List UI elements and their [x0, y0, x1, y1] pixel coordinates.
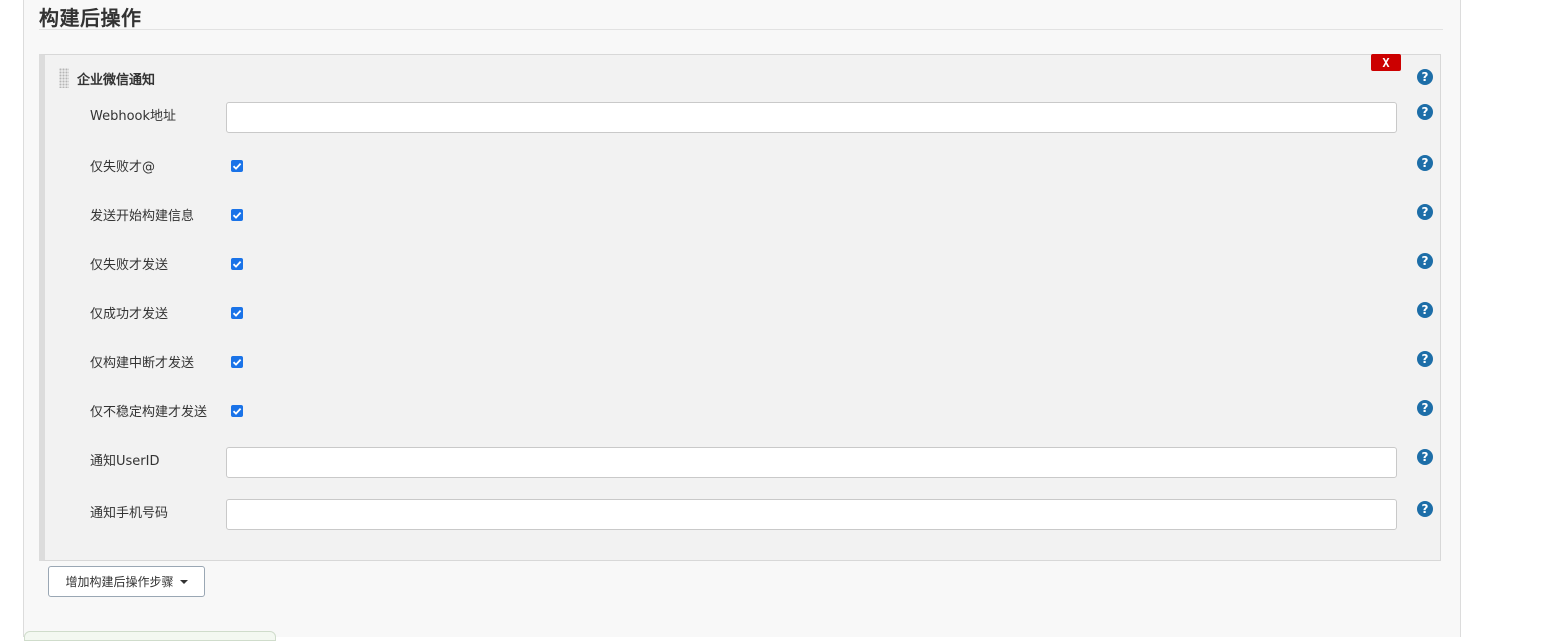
- help-symbol: ?: [1421, 70, 1429, 84]
- only-success-send-checkbox[interactable]: [231, 307, 243, 319]
- user-id-input[interactable]: [226, 447, 1397, 478]
- webhook-input[interactable]: [226, 102, 1397, 133]
- help-symbol: ?: [1421, 205, 1429, 219]
- send-start-checkbox[interactable]: [231, 209, 243, 221]
- checkmark-icon: [232, 260, 242, 268]
- help-icon[interactable]: ?: [1417, 204, 1433, 220]
- checkmark-icon: [232, 407, 242, 415]
- only-aborted-send-label: 仅构建中断才发送: [90, 356, 195, 371]
- only-unstable-send-label: 仅不稳定构建才发送: [90, 405, 208, 420]
- only-failed-send-label: 仅失败才发送: [90, 258, 169, 273]
- add-step-label: 增加构建后操作步骤: [65, 575, 174, 589]
- help-icon[interactable]: ?: [1417, 449, 1433, 465]
- checkmark-icon: [232, 358, 242, 366]
- help-symbol: ?: [1421, 303, 1429, 317]
- only-aborted-send-checkbox[interactable]: [231, 356, 243, 368]
- webhook-label: Webhook地址: [90, 109, 177, 124]
- section-divider: [39, 29, 1443, 30]
- caret-down-icon: [179, 579, 188, 584]
- only-success-send-label: 仅成功才发送: [90, 307, 169, 322]
- section-title: 构建后操作: [39, 6, 142, 30]
- help-symbol: ?: [1421, 156, 1429, 170]
- bottom-tab[interactable]: [24, 631, 276, 641]
- user-id-label: 通知UserID: [90, 454, 160, 469]
- checkmark-icon: [232, 309, 242, 317]
- only-unstable-send-checkbox[interactable]: [231, 405, 243, 417]
- help-symbol: ?: [1421, 401, 1429, 415]
- help-symbol: ?: [1421, 502, 1429, 516]
- help-icon[interactable]: ?: [1417, 400, 1433, 416]
- checkmark-icon: [232, 162, 242, 170]
- help-symbol: ?: [1421, 352, 1429, 366]
- delete-step-button[interactable]: X: [1371, 54, 1401, 71]
- help-icon[interactable]: ?: [1417, 302, 1433, 318]
- help-symbol: ?: [1421, 105, 1429, 119]
- help-icon[interactable]: ?: [1417, 501, 1433, 517]
- mobile-label: 通知手机号码: [90, 506, 169, 521]
- help-icon[interactable]: ?: [1417, 351, 1433, 367]
- help-symbol: ?: [1421, 450, 1429, 464]
- help-symbol: ?: [1421, 254, 1429, 268]
- help-icon[interactable]: ?: [1417, 253, 1433, 269]
- only-failed-send-checkbox[interactable]: [231, 258, 243, 270]
- add-post-build-step-button[interactable]: 增加构建后操作步骤: [48, 566, 205, 597]
- only-failed-at-label: 仅失败才@: [90, 160, 156, 175]
- mobile-input[interactable]: [226, 499, 1397, 530]
- checkmark-icon: [232, 211, 242, 219]
- drag-handle-icon[interactable]: [59, 68, 69, 88]
- help-icon[interactable]: ?: [1417, 155, 1433, 171]
- help-icon[interactable]: ?: [1417, 104, 1433, 120]
- send-start-label: 发送开始构建信息: [90, 209, 195, 224]
- help-icon[interactable]: ?: [1417, 69, 1433, 85]
- only-failed-at-checkbox[interactable]: [231, 160, 243, 172]
- step-title: 企业微信通知: [77, 73, 156, 88]
